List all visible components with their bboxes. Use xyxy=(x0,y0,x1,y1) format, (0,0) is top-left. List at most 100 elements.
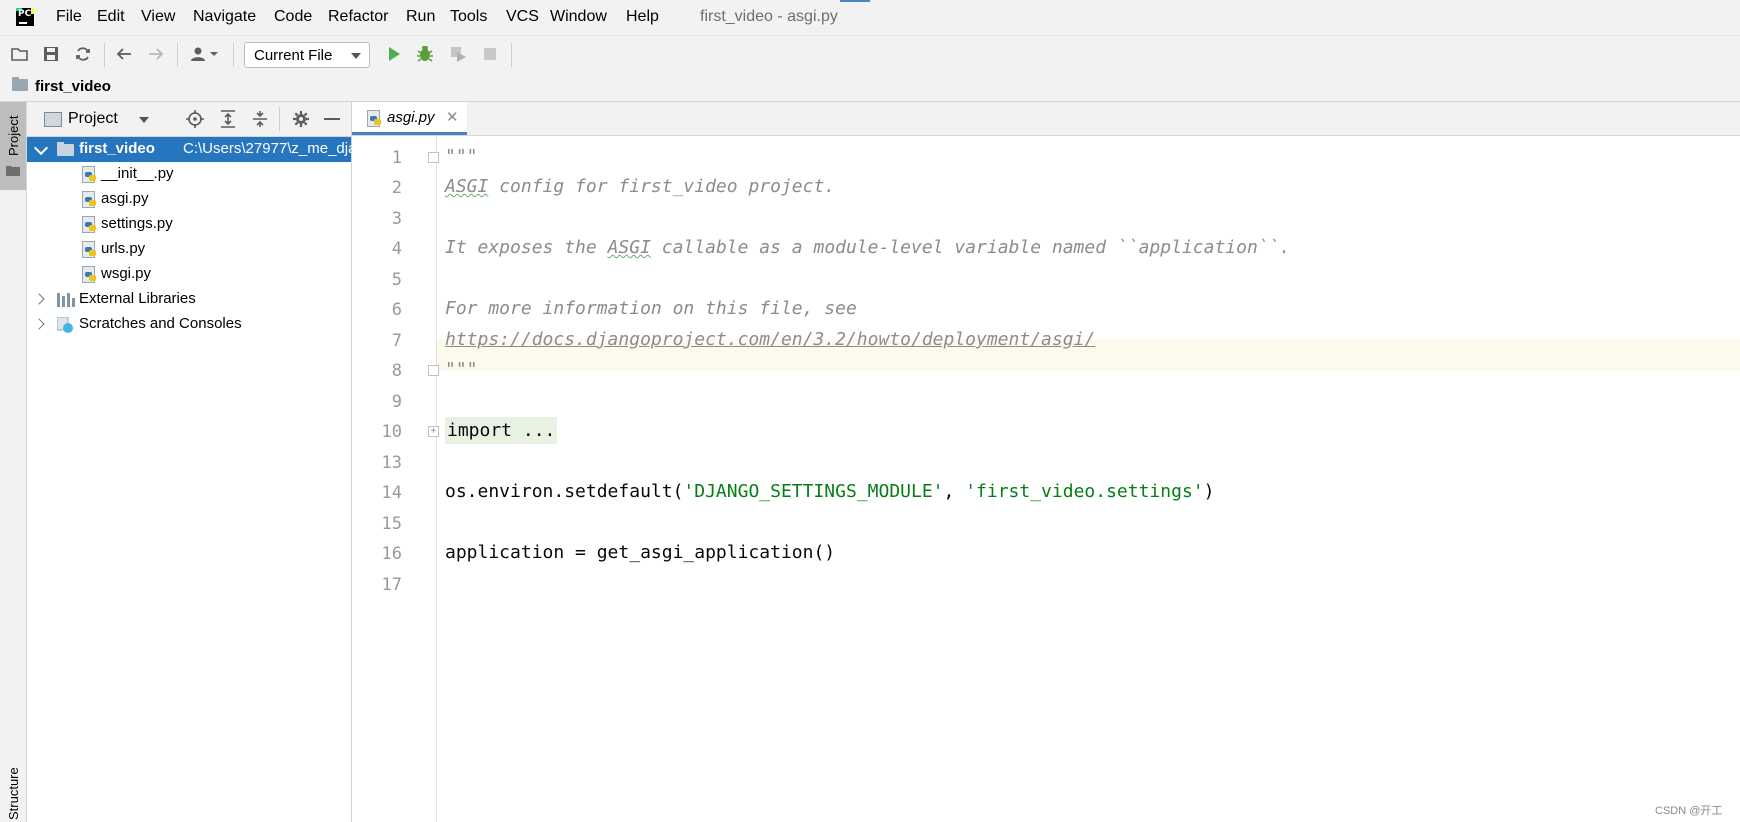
run-icon[interactable] xyxy=(384,44,404,64)
code-line[interactable]: It exposes the ASGI callable as a module… xyxy=(445,237,1290,258)
gear-icon[interactable] xyxy=(291,109,311,129)
user-vcs-icon[interactable] xyxy=(188,44,222,64)
docs-link[interactable]: https://docs.djangoproject.com/en/3.2/ho… xyxy=(445,329,1095,350)
minimize-icon[interactable] xyxy=(322,109,342,129)
code-line[interactable]: ASGI config for first_video project. xyxy=(445,176,835,197)
title-accent xyxy=(840,0,870,2)
menu-run[interactable]: Run xyxy=(406,8,435,26)
fold-marker-icon[interactable] xyxy=(428,365,439,376)
file-name: asgi.py xyxy=(101,190,149,207)
toolbar-separator xyxy=(233,43,234,67)
menu-refactor[interactable]: Refactor xyxy=(328,8,388,26)
chevron-down-icon[interactable] xyxy=(139,117,149,123)
project-panel-header: Project xyxy=(27,102,351,137)
save-icon[interactable] xyxy=(41,44,61,64)
folder-icon xyxy=(57,142,74,156)
debug-icon[interactable] xyxy=(415,44,435,64)
toolbar-separator xyxy=(104,43,105,67)
tree-row-file[interactable]: settings.py xyxy=(27,212,351,237)
line-number: 15 xyxy=(381,514,402,534)
project-panel: Project first_video C:\Users\27977\z_me_… xyxy=(27,102,365,822)
line-number: 17 xyxy=(381,575,402,595)
line-number: 2 xyxy=(391,178,402,198)
structure-tool-button[interactable]: Structure xyxy=(6,767,21,820)
editor-tab-active[interactable]: asgi.py ✕ xyxy=(352,102,467,135)
menu-code[interactable]: Code xyxy=(274,8,312,26)
line-number: 10 xyxy=(381,422,402,442)
tree-row-file[interactable]: asgi.py xyxy=(27,187,351,212)
file-name: __init__.py xyxy=(101,165,174,182)
back-arrow-icon[interactable] xyxy=(114,44,134,64)
menu-bar: PC File Edit View Navigate Code Refactor… xyxy=(0,0,1740,35)
menu-help[interactable]: Help xyxy=(626,8,659,26)
pycharm-logo-icon: PC xyxy=(16,8,34,26)
chevron-right-icon[interactable] xyxy=(33,318,45,330)
tree-row-scratches[interactable]: Scratches and Consoles xyxy=(27,312,351,337)
line-number: 8 xyxy=(391,361,402,381)
collapse-all-icon[interactable] xyxy=(250,109,270,129)
line-number: 13 xyxy=(381,453,402,473)
locate-file-icon[interactable] xyxy=(185,109,205,129)
left-tool-strip: Project Structure xyxy=(0,102,27,822)
menu-vcs[interactable]: VCS xyxy=(506,8,539,26)
project-view-icon xyxy=(44,112,62,127)
coverage-icon[interactable] xyxy=(448,44,468,64)
code-line[interactable]: """ xyxy=(445,146,478,167)
run-configuration-label: Current File xyxy=(254,47,333,64)
menu-edit[interactable]: Edit xyxy=(97,8,125,26)
project-tool-label: Project xyxy=(6,115,21,156)
menu-navigate[interactable]: Navigate xyxy=(193,8,256,26)
code-line[interactable]: os.environ.setdefault('DJANGO_SETTINGS_M… xyxy=(445,481,1214,502)
python-file-icon xyxy=(81,166,97,183)
code-line[interactable]: https://docs.djangoproject.com/en/3.2/ho… xyxy=(445,329,1095,350)
close-icon[interactable]: ✕ xyxy=(446,108,459,126)
external-libraries-label: External Libraries xyxy=(79,290,196,307)
menu-tools[interactable]: Tools xyxy=(450,8,487,26)
python-file-icon xyxy=(81,191,97,208)
tree-row-file[interactable]: urls.py xyxy=(27,237,351,262)
line-number: 5 xyxy=(391,270,402,290)
breadcrumb[interactable]: first_video xyxy=(35,78,111,95)
root-folder-path: C:\Users\27977\z_me_djan xyxy=(183,140,365,157)
tree-row-file[interactable]: __init__.py xyxy=(27,162,351,187)
menu-view[interactable]: View xyxy=(141,8,175,26)
scratches-label: Scratches and Consoles xyxy=(79,315,242,332)
sync-icon[interactable] xyxy=(73,44,93,64)
code-line-import-folded[interactable]: import ... xyxy=(445,417,558,444)
chevron-right-icon[interactable] xyxy=(33,293,45,305)
window-title: first_video - asgi.py xyxy=(700,8,838,25)
scratches-icon xyxy=(57,317,73,333)
tree-row-file[interactable]: wsgi.py xyxy=(27,262,351,287)
chevron-down-icon xyxy=(351,53,361,59)
line-number: 16 xyxy=(381,544,402,564)
line-number-gutter: 1 2 3 4 5 6 7 8 9 10 13 14 15 16 17 + xyxy=(352,136,439,822)
python-file-icon xyxy=(81,241,97,258)
chevron-down-icon[interactable] xyxy=(33,140,49,156)
code-line[interactable]: """ xyxy=(445,359,478,380)
stop-icon[interactable] xyxy=(480,44,500,64)
tab-label: asgi.py xyxy=(387,109,435,126)
project-panel-title[interactable]: Project xyxy=(68,110,118,128)
tree-row-root[interactable]: first_video C:\Users\27977\z_me_djan xyxy=(27,137,365,162)
menu-file[interactable]: File xyxy=(56,8,82,26)
watermark: CSDN @开工 xyxy=(1655,805,1723,817)
project-tool-button[interactable]: Project xyxy=(0,102,26,190)
line-number: 3 xyxy=(391,209,402,229)
run-configuration-select[interactable]: Current File xyxy=(244,42,370,68)
header-separator xyxy=(279,107,280,131)
code-line[interactable]: For more information on this file, see xyxy=(445,298,857,319)
expand-all-icon[interactable] xyxy=(218,109,238,129)
editor-tab-bar: asgi.py ✕ xyxy=(352,102,1740,136)
python-file-icon xyxy=(366,110,382,127)
open-folder-icon[interactable] xyxy=(10,44,30,64)
fold-marker-icon[interactable] xyxy=(428,152,439,163)
folder-icon xyxy=(6,166,20,176)
menu-window[interactable]: Window xyxy=(550,8,607,26)
folder-icon xyxy=(12,77,28,91)
tree-row-external-libraries[interactable]: External Libraries xyxy=(27,287,351,312)
code-line[interactable]: application = get_asgi_application() xyxy=(445,542,835,563)
forward-arrow-icon[interactable] xyxy=(146,44,166,64)
expand-fold-icon[interactable]: + xyxy=(428,426,439,437)
file-name: wsgi.py xyxy=(101,265,152,282)
line-number: 7 xyxy=(391,331,402,351)
